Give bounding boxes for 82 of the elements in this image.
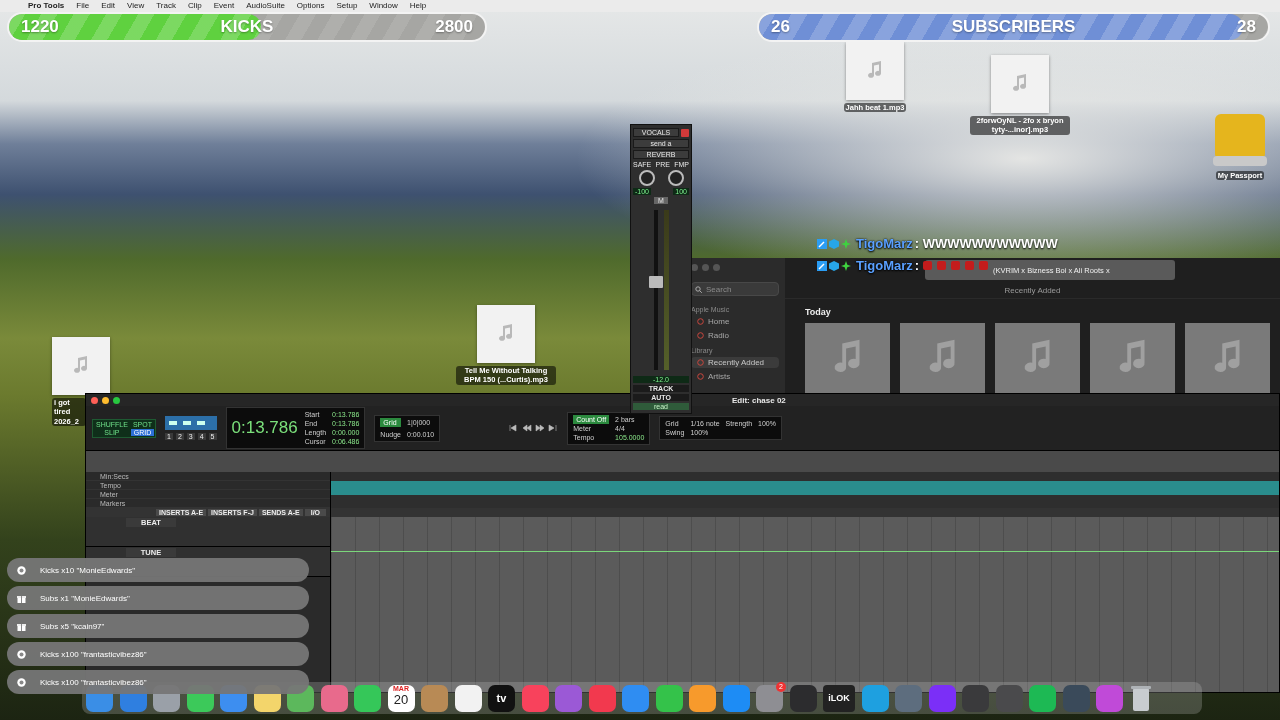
app-icon[interactable]: iLOK xyxy=(823,684,855,712)
menu-item[interactable]: File xyxy=(76,1,90,10)
fader-thumb[interactable] xyxy=(648,276,663,288)
chat-message: : WWWWWWWWWWW xyxy=(914,236,1058,251)
cube-badge-icon xyxy=(829,238,839,249)
fast-forward-icon xyxy=(535,424,546,432)
album-artwork[interactable] xyxy=(995,323,1080,393)
edit-tool-icon xyxy=(195,419,206,427)
menu-item[interactable]: Window xyxy=(369,1,398,10)
menu-item[interactable]: Pro Tools xyxy=(28,1,65,10)
tv-app-icon[interactable]: tv xyxy=(488,684,515,712)
rewind-icon xyxy=(522,424,533,432)
goal-label: KICKS xyxy=(220,17,274,37)
alert-text: Subs x5 "kcain97" xyxy=(40,621,105,631)
edit-tool-icon xyxy=(181,419,192,427)
emote-icon xyxy=(936,260,948,271)
cube-badge-icon xyxy=(829,260,839,271)
app-icon[interactable] xyxy=(354,684,381,712)
kick-icon xyxy=(17,565,26,575)
view-title: Recently Added xyxy=(785,282,1280,299)
audio-file-icon[interactable] xyxy=(991,55,1049,113)
search-icon xyxy=(695,286,702,293)
chat-username: TigoMarz xyxy=(856,236,913,251)
goal-target-count: 2800 xyxy=(435,17,473,37)
kick-icon xyxy=(17,649,26,659)
emote-icon xyxy=(964,260,976,271)
menu-item[interactable]: Track xyxy=(156,1,176,10)
emote-icon xyxy=(978,260,990,271)
record-button[interactable] xyxy=(681,128,689,137)
album-artwork[interactable] xyxy=(1185,323,1270,393)
pan-knob[interactable] xyxy=(667,170,684,186)
menu-item[interactable]: Edit xyxy=(101,1,115,10)
sidebar-item[interactable]: Radio xyxy=(691,330,779,341)
edit-tool-icon xyxy=(167,419,178,427)
calendar-day: 20 xyxy=(393,692,409,706)
hammer-badge-icon xyxy=(817,260,827,271)
menu-item[interactable]: Help xyxy=(409,1,427,10)
emote-icon xyxy=(950,260,962,271)
menu-item[interactable]: Options xyxy=(296,1,325,10)
goal-current-count: 1220 xyxy=(21,17,59,37)
audio-file-icon[interactable] xyxy=(477,305,535,363)
menu-item[interactable]: Event xyxy=(213,1,235,10)
emote-icon xyxy=(922,260,934,271)
menu-item[interactable]: Setup xyxy=(336,1,358,10)
return-to-zero-icon xyxy=(509,424,520,432)
menu-item[interactable]: Clip xyxy=(187,1,202,10)
sidebar-item[interactable]: Recently Added xyxy=(691,357,779,368)
chat-username: TigoMarz xyxy=(856,258,913,273)
minimize-button[interactable] xyxy=(102,396,109,404)
menu-item[interactable]: View xyxy=(127,1,145,10)
kick-icon xyxy=(17,677,26,687)
trash-icon xyxy=(1129,684,1152,712)
gift-icon xyxy=(17,593,26,603)
sidebar-item[interactable]: Home xyxy=(691,316,779,327)
app-icon[interactable] xyxy=(689,684,716,712)
album-artwork[interactable] xyxy=(805,323,890,393)
audio-file-icon[interactable] xyxy=(846,42,904,100)
goal-label: SUBSCRIBERS xyxy=(951,17,1076,37)
pan-knob[interactable] xyxy=(638,170,655,186)
alert-text: Kicks x10 "MonieEdwards" xyxy=(40,565,136,575)
sidebar-item[interactable]: Artists xyxy=(691,371,779,382)
sparkle-badge-icon xyxy=(841,260,851,271)
hammer-badge-icon xyxy=(817,238,827,249)
go-to-end-icon xyxy=(548,424,559,432)
goal-target-count: 28 xyxy=(1237,17,1256,37)
search-field[interactable]: Search xyxy=(691,282,779,296)
window-title: Edit: chase 02 xyxy=(732,395,786,405)
alert-text: Kicks x100 "frantasticvibez86" xyxy=(40,649,147,659)
album-artwork[interactable] xyxy=(900,323,985,393)
sparkle-badge-icon xyxy=(841,238,851,249)
album-artwork[interactable] xyxy=(1090,323,1175,393)
close-button[interactable] xyxy=(91,396,98,404)
main-counter: 0:13.786 xyxy=(231,418,298,438)
alert-text: Subs x1 "MonieEdwards" xyxy=(40,593,130,603)
zoom-button[interactable] xyxy=(113,396,120,404)
goal-current-count: 26 xyxy=(771,17,790,37)
chat-message: : xyxy=(914,258,920,273)
alert-text: Kicks x100 "frantasticvibez86" xyxy=(40,677,147,687)
menu-item[interactable]: AudioSuite xyxy=(246,1,285,10)
section-heading: Today xyxy=(804,306,832,319)
external-drive-icon xyxy=(1211,112,1269,168)
gift-icon xyxy=(17,621,26,631)
